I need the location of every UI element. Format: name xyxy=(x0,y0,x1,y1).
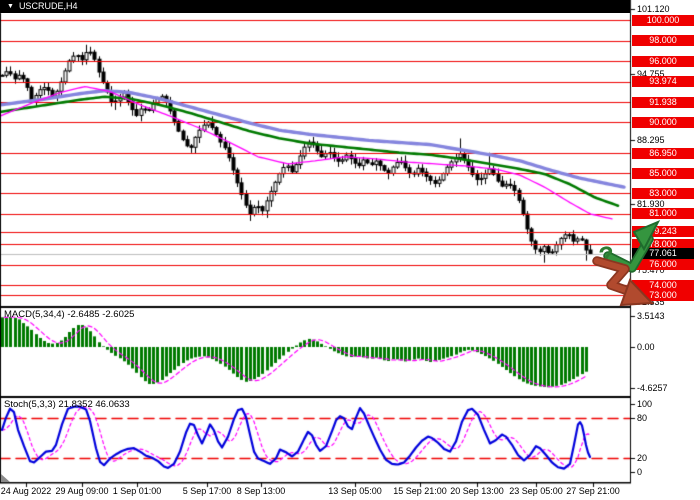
price-level-label: 86.950 xyxy=(632,148,694,159)
price-level-label: 85.000 xyxy=(632,168,694,179)
time-tick-label: 24 Aug 2022 xyxy=(1,486,52,496)
stoch-tick-label: 0 xyxy=(637,467,642,477)
price-level-label: 100.000 xyxy=(632,15,694,26)
price-level-label: 93.974 xyxy=(632,76,694,87)
macd-tick-label: -4.6257 xyxy=(637,383,668,393)
time-tick-label: 20 Sep 13:00 xyxy=(450,486,504,496)
time-tick-label: 29 Aug 09:00 xyxy=(55,486,108,496)
price-tick-label: 101.120 xyxy=(637,4,670,14)
time-tick-label: 1 Sep 01:00 xyxy=(113,486,162,496)
time-tick-label: 8 Sep 13:00 xyxy=(237,486,286,496)
time-tick-label: 5 Sep 17:00 xyxy=(183,486,232,496)
up-arrow[interactable] xyxy=(608,222,658,268)
chart-symbol-timeframe: USCRUDE,H4 xyxy=(19,1,78,11)
macd-indicator-label: MACD(5,34,4) -2.6485 -2.6025 xyxy=(4,309,134,320)
time-tick-label: 15 Sep 21:00 xyxy=(393,486,447,496)
price-level-label: 96.000 xyxy=(632,56,694,67)
price-level-label: 90.000 xyxy=(632,117,694,128)
forecast-annotation: ? xyxy=(592,218,670,314)
time-tick-label: 27 Sep 21:00 xyxy=(566,486,620,496)
down-arrow[interactable] xyxy=(597,261,652,305)
stoch-tick-label: 80 xyxy=(637,413,647,423)
price-level-label: 91.938 xyxy=(632,97,694,108)
price-tick-label: 88.295 xyxy=(637,135,665,145)
stoch-tick-label: 20 xyxy=(637,453,647,463)
macd-tick-label: 0.00 xyxy=(637,342,655,352)
price-level-label: 98.000 xyxy=(632,35,694,46)
stoch-indicator-label: Stoch(5,3,3) 21.8352 46.0633 xyxy=(4,399,130,410)
trading-chart-window: ▼ USCRUDE,H4 MACD(5,34,4) -2.6485 -2.6025… xyxy=(0,0,700,500)
chart-title-bar: ▼ USCRUDE,H4 xyxy=(0,0,630,13)
stoch-tick-label: 100 xyxy=(637,399,652,409)
time-tick-label: 13 Sep 05:00 xyxy=(328,486,382,496)
time-tick-label: 23 Sep 05:00 xyxy=(509,486,563,496)
price-level-label: 83.000 xyxy=(632,188,694,199)
symbol-dropdown-icon[interactable]: ▼ xyxy=(7,0,14,13)
